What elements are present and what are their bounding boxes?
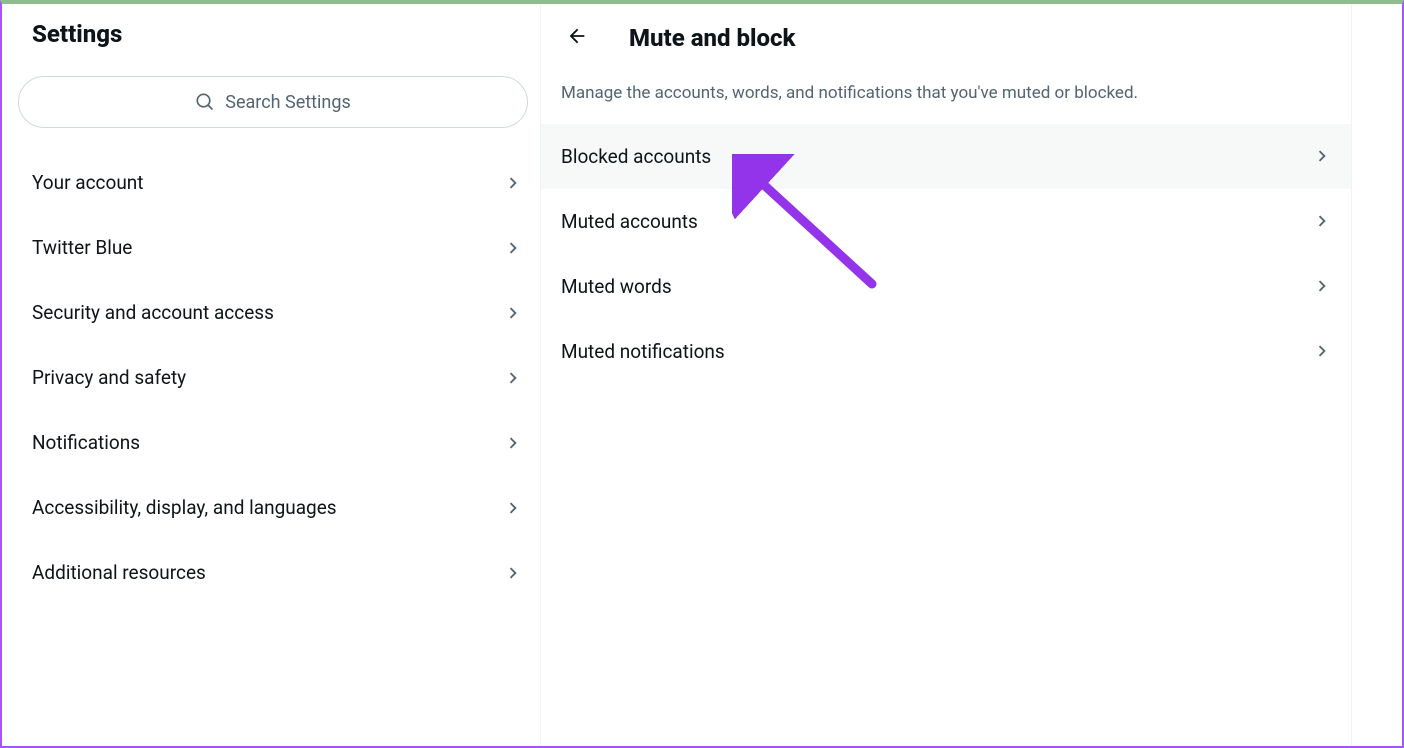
search-icon: [195, 92, 215, 112]
menu-item-muted-words[interactable]: Muted words: [541, 254, 1351, 319]
settings-title: Settings: [6, 4, 540, 64]
page-description: Manage the accounts, words, and notifica…: [541, 64, 1351, 124]
arrow-left-icon: [566, 25, 588, 51]
sidebar-item-label: Your account: [32, 171, 144, 194]
menu-item-label: Muted accounts: [561, 210, 698, 233]
search-placeholder: Search Settings: [225, 92, 350, 113]
sidebar-item-accessibility-display-languages[interactable]: Accessibility, display, and languages: [6, 475, 540, 540]
chevron-right-icon: [1311, 275, 1333, 297]
sidebar-item-label: Privacy and safety: [32, 366, 186, 389]
menu-item-muted-notifications[interactable]: Muted notifications: [541, 319, 1351, 384]
chevron-right-icon: [502, 432, 524, 454]
chevron-right-icon: [502, 237, 524, 259]
sidebar-item-label: Twitter Blue: [32, 236, 132, 259]
back-button[interactable]: [559, 20, 595, 56]
menu-item-label: Blocked accounts: [561, 145, 711, 168]
menu-item-blocked-accounts[interactable]: Blocked accounts: [541, 124, 1351, 189]
main-header: Mute and block: [541, 4, 1351, 64]
search-settings-input[interactable]: Search Settings: [18, 76, 528, 128]
menu-item-label: Muted notifications: [561, 340, 725, 363]
settings-sidebar: Settings Search Settings Your account Tw…: [6, 4, 541, 746]
page-title: Mute and block: [629, 24, 795, 52]
settings-nav: Your account Twitter Blue Security and a…: [6, 140, 540, 605]
chevron-right-icon: [502, 172, 524, 194]
sidebar-item-notifications[interactable]: Notifications: [6, 410, 540, 475]
sidebar-item-privacy-safety[interactable]: Privacy and safety: [6, 345, 540, 410]
sidebar-item-security-account-access[interactable]: Security and account access: [6, 280, 540, 345]
sidebar-item-label: Additional resources: [32, 561, 206, 584]
sidebar-item-label: Security and account access: [32, 301, 274, 324]
chevron-right-icon: [1311, 340, 1333, 362]
chevron-right-icon: [1311, 210, 1333, 232]
chevron-right-icon: [502, 302, 524, 324]
sidebar-item-label: Accessibility, display, and languages: [32, 496, 337, 519]
chevron-right-icon: [502, 367, 524, 389]
sidebar-item-additional-resources[interactable]: Additional resources: [6, 540, 540, 605]
sidebar-item-twitter-blue[interactable]: Twitter Blue: [6, 215, 540, 280]
settings-app: Settings Search Settings Your account Tw…: [6, 4, 1352, 746]
search-container: Search Settings: [6, 64, 540, 140]
main-panel: Mute and block Manage the accounts, word…: [541, 4, 1351, 746]
chevron-right-icon: [502, 497, 524, 519]
sidebar-item-label: Notifications: [32, 431, 140, 454]
mute-block-list: Blocked accounts Muted accounts Muted wo…: [541, 124, 1351, 384]
chevron-right-icon: [1311, 145, 1333, 167]
chevron-right-icon: [502, 562, 524, 584]
menu-item-label: Muted words: [561, 275, 672, 298]
sidebar-item-your-account[interactable]: Your account: [6, 150, 540, 215]
menu-item-muted-accounts[interactable]: Muted accounts: [541, 189, 1351, 254]
